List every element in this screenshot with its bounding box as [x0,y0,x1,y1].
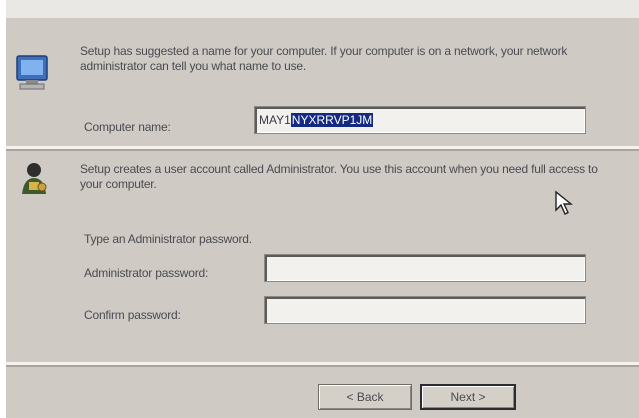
button-bar-divider-shadow [6,365,639,367]
computer-name-description: Setup has suggested a name for your comp… [80,44,568,73]
admin-password-field[interactable] [264,254,586,282]
mouse-pointer-icon [555,190,573,215]
admin-user-icon [22,163,47,194]
setup-wizard-page: Setup has suggested a name for your comp… [6,0,639,418]
next-button[interactable]: Next > [420,384,516,410]
confirm-password-label: Confirm password: [84,308,181,322]
confirm-password-field[interactable] [264,296,586,324]
admin-account-description: Setup creates a user account called Admi… [80,162,598,191]
window-top-edge [6,0,639,18]
password-prompt: Type an Administrator password. [84,232,252,246]
computer-name-selected-text: NYXRRVP1JM [290,113,374,127]
admin-password-label: Administrator password: [84,266,209,280]
network-computer-icon [16,55,48,90]
computer-name-field[interactable]: MAY1NYXRRVP1JM [254,106,586,134]
computer-name-prefix: MAY1 [259,113,291,127]
section-divider-shadow [6,149,639,151]
computer-name-label: Computer name: [84,120,171,134]
back-button[interactable]: < Back [318,384,412,410]
